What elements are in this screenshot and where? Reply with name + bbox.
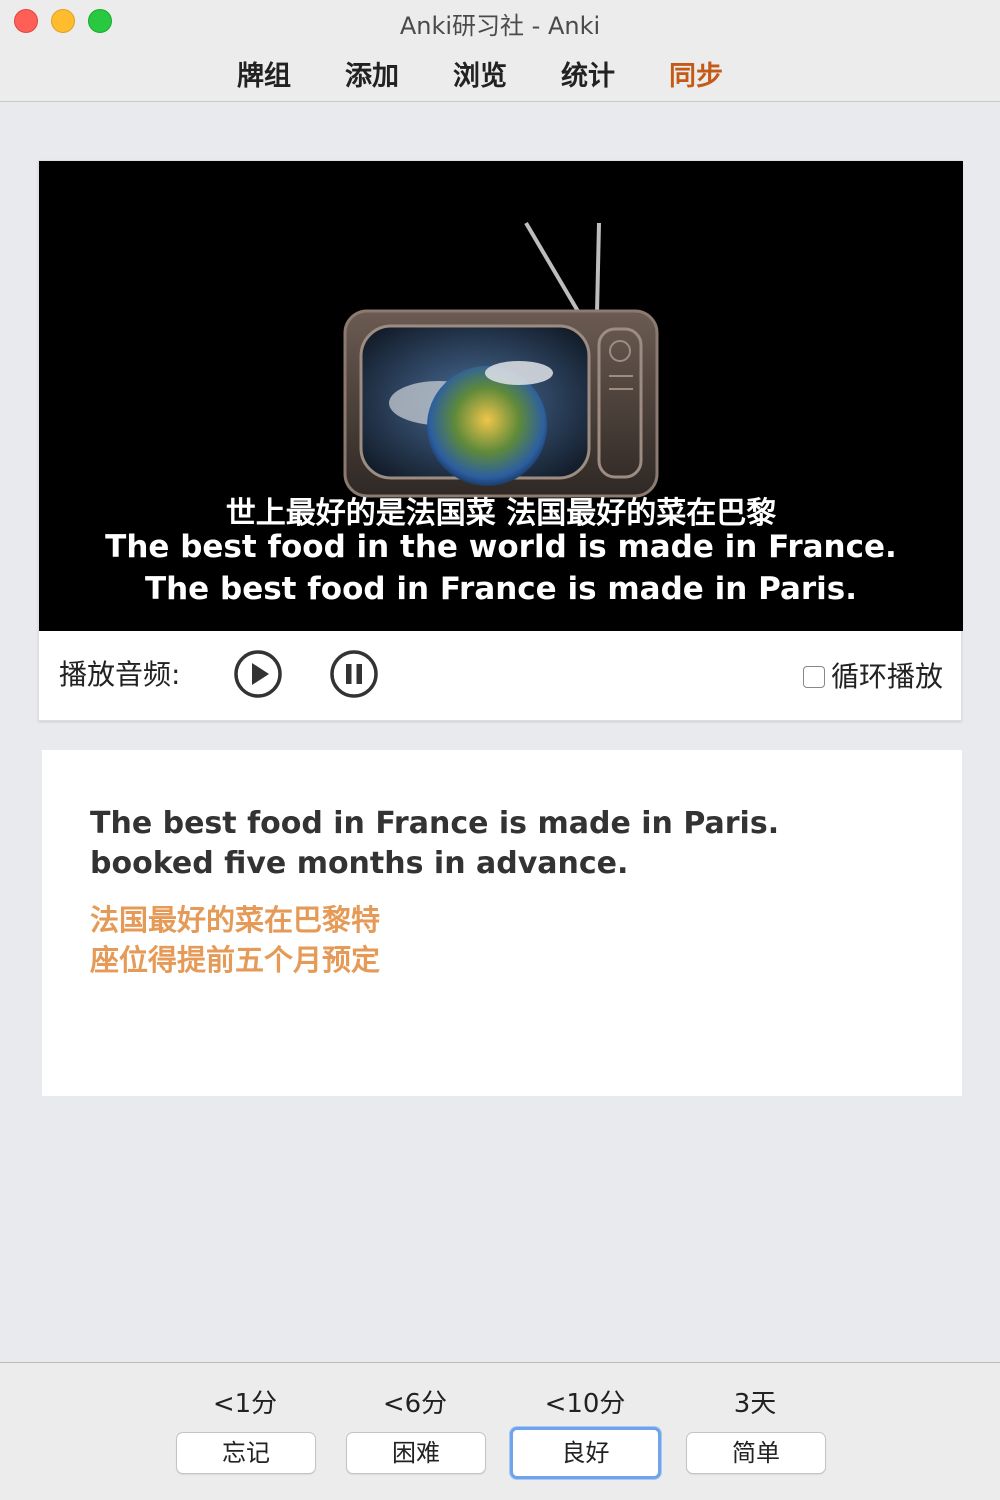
pause-button[interactable] [329,649,379,699]
play-button[interactable] [233,649,283,699]
toolbar-decks[interactable]: 牌组 [237,54,291,93]
title-bar: Anki研习社 - Anki [0,0,1000,42]
hard-interval: <6分 [382,1389,448,1419]
card-answer: The best food in France is made in Paris… [42,750,962,1096]
subtitle-line-english-1: The best food in the world is made in Fr… [105,529,897,565]
subtitle-line-english-2: The best food in France is made in Paris… [144,571,858,607]
easy-interval: 3天 [733,1389,777,1419]
loop-playback-toggle[interactable]: 循环播放 [802,655,943,695]
english-sentence: The best food in France is made in Paris… [90,806,780,881]
loop-label: 循环播放 [830,660,943,693]
subtitle-line-chinese: 世上最好的是法国菜 法国最好的菜在巴黎 [225,496,777,531]
chinese-line-1: 法国最好的菜在巴黎特 [90,903,381,937]
again-interval: <1分 [212,1389,278,1419]
easy-button[interactable]: 简单 [686,1432,826,1474]
pause-circle-icon [330,650,378,698]
window-title: Anki研习社 - Anki [399,12,601,40]
media-card: 世上最好的是法国菜 法国最好的菜在巴黎 The best food in the… [38,160,963,721]
main-toolbar: 牌组 添加 浏览 统计 同步 [0,42,1000,102]
answer-bar: <1分 <6分 <10分 3天 忘记 困难 良好 简单 [0,1362,1000,1500]
toolbar-sync[interactable]: 同步 [669,54,723,93]
good-button[interactable]: 良好 [510,1427,661,1479]
toolbar-add[interactable]: 添加 [345,54,399,93]
toolbar-browse[interactable]: 浏览 [453,54,507,93]
audio-controls: 播放音频: 循环播放 [39,631,963,721]
again-button[interactable]: 忘记 [176,1432,316,1474]
hard-button[interactable]: 困难 [346,1432,486,1474]
play-circle-icon [234,650,282,698]
good-interval: <10分 [544,1389,626,1419]
chinese-line-2: 座位得提前五个月预定 [90,943,381,977]
toolbar-stats[interactable]: 统计 [561,54,615,93]
play-audio-label: 播放音频: [59,658,181,691]
loop-checkbox[interactable] [802,666,825,688]
video-frame[interactable]: 世上最好的是法国菜 法国最好的菜在巴黎 The best food in the… [39,161,963,631]
